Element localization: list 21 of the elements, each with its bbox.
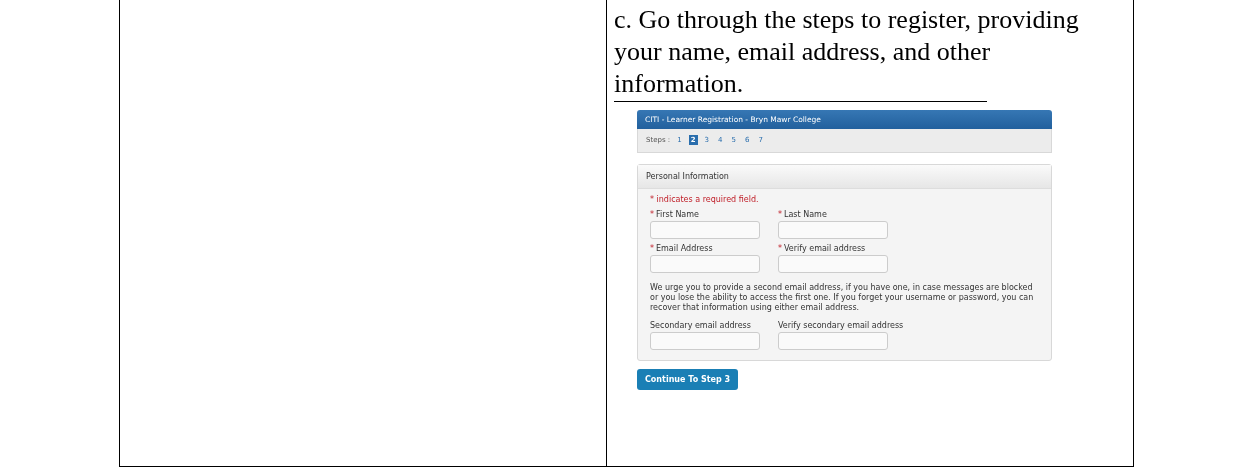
field-label: Email Address <box>656 244 713 253</box>
field-label: Last Name <box>784 210 827 219</box>
field-label: Secondary email address <box>650 321 751 330</box>
field-label: Verify email address <box>784 244 866 253</box>
required-marker: * <box>778 244 782 253</box>
continue-button[interactable]: Continue To Step 3 <box>637 369 738 390</box>
required-marker: * <box>650 210 654 219</box>
required-marker: * <box>650 244 654 253</box>
input-field[interactable] <box>778 255 888 273</box>
required-marker: * <box>778 210 782 219</box>
section-title: Personal Information <box>638 165 1051 189</box>
instruction-text: c. Go through the steps to register, providing your name, email address, and other information. <box>614 4 1080 100</box>
note-text: We urge you to provide a second email address, if you have one, in case messages are blocked or you lose the ability to access the first one. If you forget your username or password, you can recover that information using either email address. <box>650 283 1035 313</box>
input-field[interactable] <box>650 332 760 350</box>
input-field[interactable] <box>778 221 888 239</box>
input-field[interactable] <box>650 221 760 239</box>
input-field[interactable] <box>778 332 888 350</box>
field-label: First Name <box>656 210 699 219</box>
field-label: Verify secondary email address <box>778 321 904 330</box>
input-field[interactable] <box>650 255 760 273</box>
required-note: * indicates a required field. <box>650 195 760 204</box>
